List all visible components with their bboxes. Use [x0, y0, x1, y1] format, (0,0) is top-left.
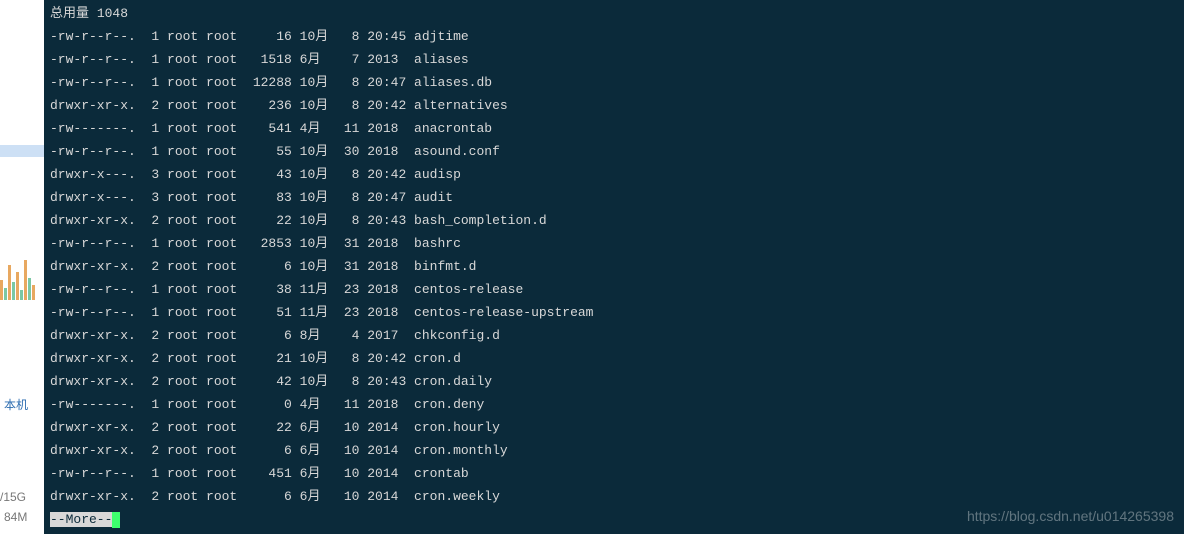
- file-row: -rw-------. 1 root root 541 4月 11 2018 a…: [50, 117, 1178, 140]
- more-prompt[interactable]: --More--: [50, 512, 112, 527]
- terminal-total-line: 总用量 1048: [50, 2, 1178, 25]
- sidebar-highlight: [0, 145, 44, 157]
- file-row: -rw-r--r--. 1 root root 38 11月 23 2018 c…: [50, 278, 1178, 301]
- file-row: -rw-r--r--. 1 root root 2853 10月 31 2018…: [50, 232, 1178, 255]
- file-row: drwxr-xr-x. 2 root root 22 6月 10 2014 cr…: [50, 416, 1178, 439]
- terminal-rows: -rw-r--r--. 1 root root 16 10月 8 20:45 a…: [50, 25, 1178, 508]
- file-row: -rw-r--r--. 1 root root 1518 6月 7 2013 a…: [50, 48, 1178, 71]
- sidebar-mini-chart: [0, 260, 44, 360]
- file-row: -rw-r--r--. 1 root root 16 10月 8 20:45 a…: [50, 25, 1178, 48]
- sidebar-disk-label: /15G: [0, 490, 26, 504]
- sidebar-local-label[interactable]: 本机: [4, 396, 28, 413]
- file-row: drwxr-xr-x. 2 root root 6 10月 31 2018 bi…: [50, 255, 1178, 278]
- file-row: drwxr-xr-x. 2 root root 21 10月 8 20:42 c…: [50, 347, 1178, 370]
- file-row: -rw-r--r--. 1 root root 55 10月 30 2018 a…: [50, 140, 1178, 163]
- total-label: 总用量: [50, 6, 89, 21]
- file-row: drwxr-xr-x. 2 root root 6 6月 10 2014 cro…: [50, 439, 1178, 462]
- sidebar-mem-label: 84M: [4, 510, 27, 524]
- file-row: drwxr-x---. 3 root root 43 10月 8 20:42 a…: [50, 163, 1178, 186]
- file-row: -rw-r--r--. 1 root root 12288 10月 8 20:4…: [50, 71, 1178, 94]
- file-row: drwxr-xr-x. 2 root root 42 10月 8 20:43 c…: [50, 370, 1178, 393]
- terminal-cursor: [112, 512, 120, 528]
- terminal-window[interactable]: 总用量 1048 -rw-r--r--. 1 root root 16 10月 …: [44, 0, 1184, 534]
- file-row: -rw-r--r--. 1 root root 51 11月 23 2018 c…: [50, 301, 1178, 324]
- file-row: drwxr-xr-x. 2 root root 6 8月 4 2017 chkc…: [50, 324, 1178, 347]
- file-row: drwxr-xr-x. 2 root root 22 10月 8 20:43 b…: [50, 209, 1178, 232]
- sidebar-panel: 本机 /15G 84M: [0, 0, 44, 534]
- file-row: drwxr-xr-x. 2 root root 236 10月 8 20:42 …: [50, 94, 1178, 117]
- file-row: -rw-------. 1 root root 0 4月 11 2018 cro…: [50, 393, 1178, 416]
- file-row: -rw-r--r--. 1 root root 451 6月 10 2014 c…: [50, 462, 1178, 485]
- total-value: 1048: [97, 6, 128, 21]
- watermark-text: https://blog.csdn.net/u014265398: [967, 505, 1174, 528]
- file-row: drwxr-x---. 3 root root 83 10月 8 20:47 a…: [50, 186, 1178, 209]
